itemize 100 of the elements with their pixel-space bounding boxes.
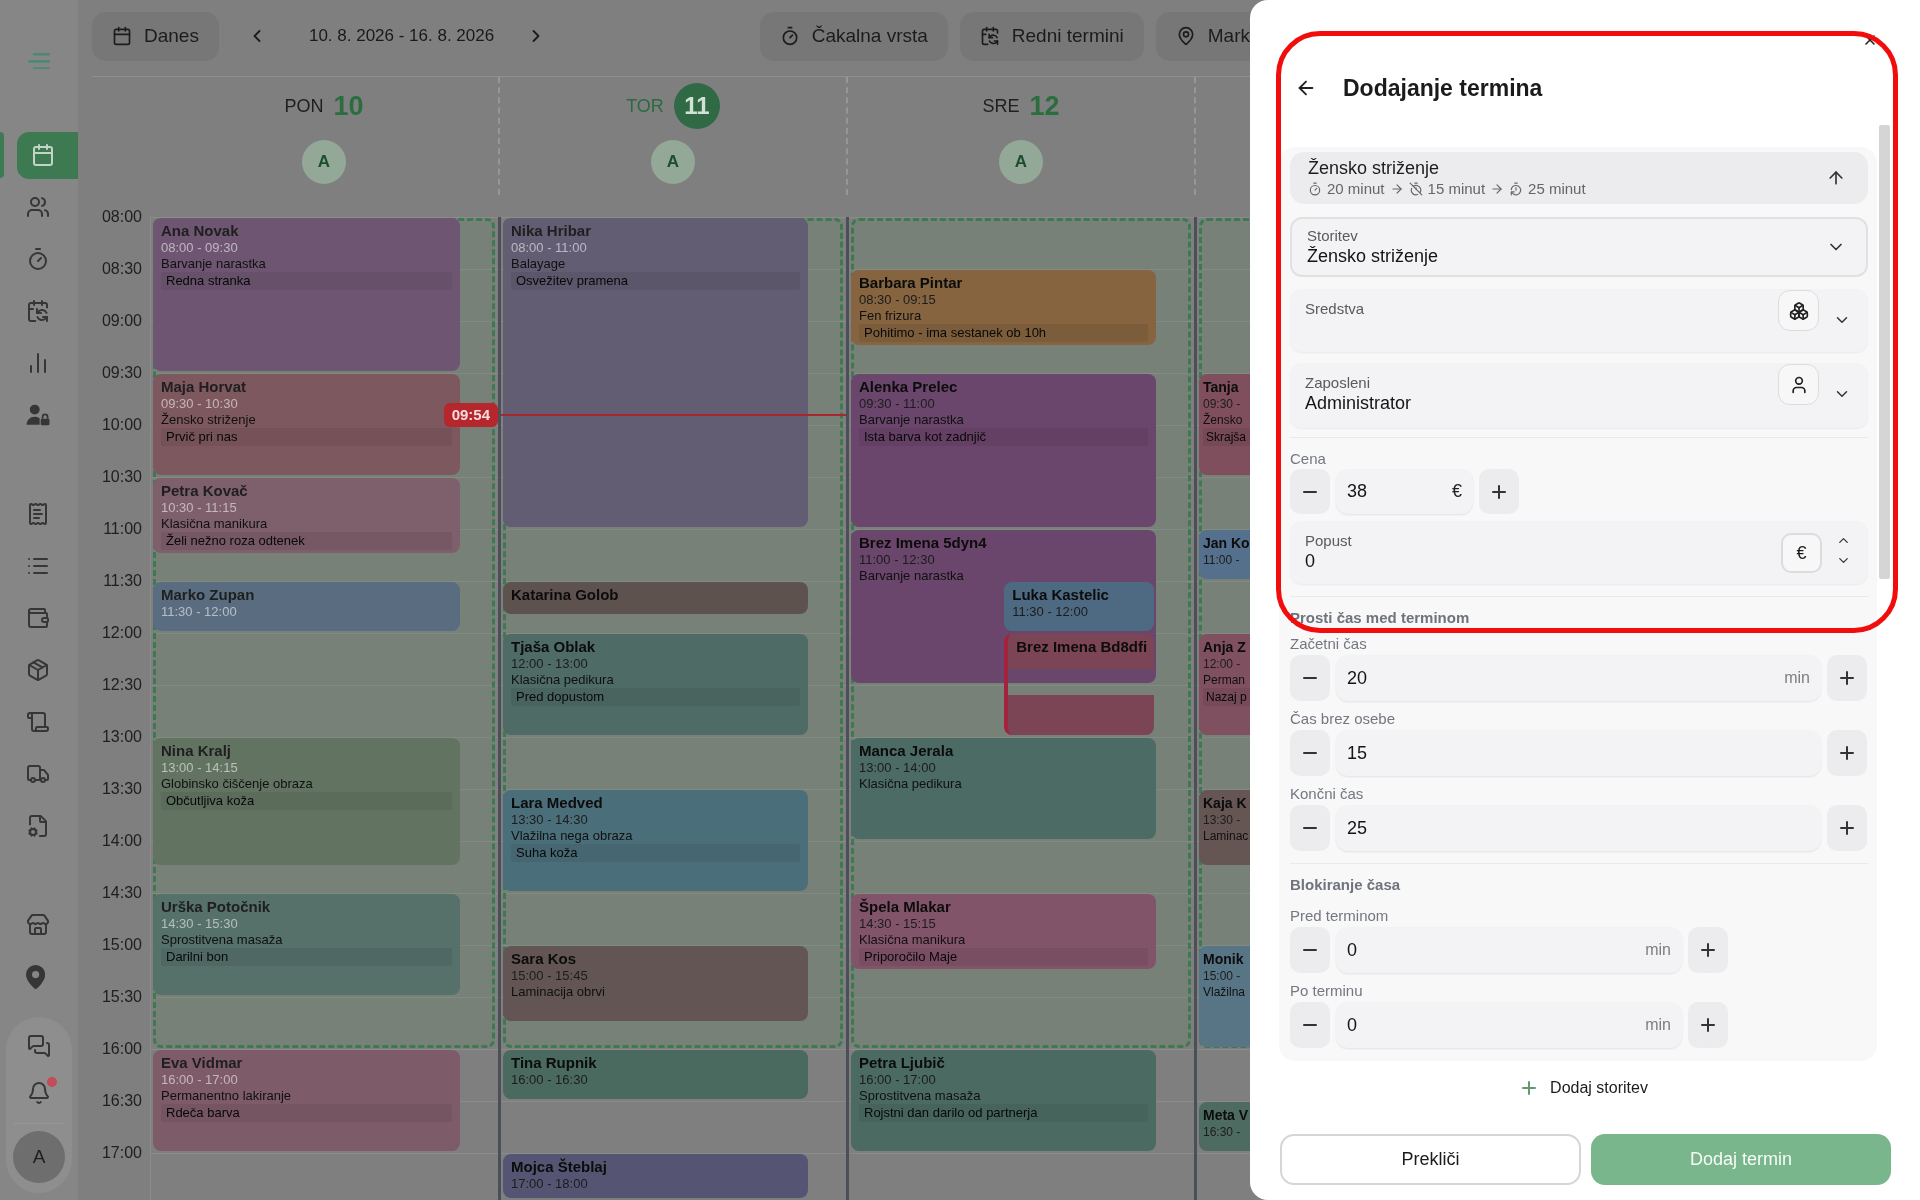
number-input[interactable]: 15 [1336, 730, 1821, 776]
client-name: Lara Medved [511, 794, 603, 812]
users-icon[interactable] [26, 195, 50, 219]
minus-icon [1303, 1024, 1317, 1026]
appointment-card[interactable]: Monik 15:00 - Vlažilna [1199, 946, 1250, 1047]
appointment-card[interactable]: Tjaša Oblak 12:00 - 13:00 Klasična pedikura Pred dopustom [503, 634, 808, 735]
service-select[interactable]: Storitev Žensko striženje [1290, 217, 1868, 277]
employee-button[interactable] [1778, 364, 1819, 405]
service-name: Sprostitvena masaža [859, 1088, 981, 1104]
number-input[interactable]: 0 min [1336, 1002, 1682, 1048]
appointment-card[interactable]: Petra Ljubič 16:00 - 17:00 Sprostitvena masaža Rojstni dan darilo od partnerja [851, 1050, 1156, 1151]
appointment-card[interactable]: Sara Kos 15:00 - 15:45 Laminacija obrvi [503, 946, 808, 1021]
wallet-icon[interactable] [26, 606, 50, 630]
location-button[interactable]: Mark [1155, 11, 1250, 61]
increment-button[interactable] [1827, 805, 1867, 851]
plus-icon [1492, 484, 1506, 499]
calendar-refresh-icon[interactable] [26, 299, 50, 323]
close-icon[interactable] [1862, 32, 1878, 48]
appointment-card[interactable]: Mojca Šteblaj 17:00 - 18:00 [503, 1154, 808, 1198]
bell-icon[interactable] [27, 1081, 51, 1105]
scrollbar-thumb[interactable] [1879, 125, 1890, 579]
store-icon[interactable] [26, 913, 50, 937]
staff-avatar[interactable]: A [999, 140, 1043, 184]
appointment-card[interactable]: Jan Ko 11:00 - [1199, 530, 1250, 579]
appointment-card[interactable]: Alenka Prelec 09:30 - 11:00 Barvanje narastka Ista barva kot zadnjič [851, 374, 1156, 527]
appointment-card[interactable]: Tanja 09:30 - Žensko Skrajša [1199, 374, 1250, 475]
stopwatch-icon[interactable] [26, 247, 50, 271]
client-name: Urška Potočnik [161, 898, 271, 916]
increment-button[interactable] [1688, 1002, 1728, 1048]
service-name: Vlažilna nega obraza [511, 828, 633, 844]
service-name: Vlažilna [1203, 984, 1246, 1000]
appointment-card[interactable]: Špela Mlakar 14:30 - 15:15 Klasična manikura Priporočilo Maje [851, 894, 1156, 969]
appointment-card[interactable]: Marko Zupan 11:30 - 12:00 [153, 582, 460, 631]
time-label: 09:00 [101, 311, 142, 331]
staff-avatar[interactable]: A [651, 140, 695, 184]
resources-button[interactable] [1778, 290, 1819, 331]
appointment-card[interactable]: Nina Kralj 13:00 - 14:15 Globinsko čiščenje obraza Občutljiva koža [153, 738, 460, 865]
user-lock-icon[interactable] [26, 403, 50, 427]
receipt-icon[interactable] [26, 502, 50, 526]
appointment-card[interactable]: Katarina Golob [503, 582, 808, 614]
service-name: Klasična manikura [859, 932, 966, 948]
appointment-card[interactable]: Nika Hribar 08:00 - 11:00 Balayage Osvežitev pramena [503, 218, 808, 527]
weekday-label: SRE [982, 95, 1020, 117]
time-label: 17:00 [101, 1143, 142, 1163]
appointment-time: 12:00 - [1203, 656, 1241, 672]
appointment-card[interactable]: Urška Potočnik 14:30 - 15:30 Sprostitvena masaža Darilni bon [153, 894, 460, 995]
service-name: Globinsko čiščenje obraza [161, 776, 313, 792]
appointment-card[interactable]: Eva Vidmar 16:00 - 17:00 Permanentno lakiranje Rdeča barva [153, 1050, 460, 1151]
appointment-card[interactable]: Kaja K 13:30 - Laminac [1199, 790, 1250, 865]
appointment-card[interactable]: Luka Kastelic 11:30 - 12:00 [1004, 582, 1154, 631]
number-input[interactable]: 25 [1336, 805, 1821, 851]
appointment-card[interactable]: Manca Jerala 13:00 - 14:00 Klasična pedikura [851, 738, 1156, 839]
appointment-card[interactable]: Meta V 16:30 - [1199, 1102, 1250, 1151]
cancel-button[interactable]: Prekliči [1280, 1134, 1581, 1185]
employee-select[interactable]: Zaposleni Administrator [1290, 363, 1868, 428]
today-button[interactable]: Danes [92, 11, 219, 61]
appointment-card[interactable]: Barbara Pintar 08:30 - 09:15 Fen frizura Pohitimo - ima sestanek ob 10h [851, 270, 1156, 345]
number-input[interactable]: 20 min [1336, 655, 1821, 701]
appointment-card[interactable]: Ana Novak 08:00 - 09:30 Barvanje narastka Redna stranka [153, 218, 460, 371]
price-input[interactable]: 38 € [1336, 469, 1473, 514]
time-label: 15:30 [101, 987, 142, 1007]
service-name: Barvanje narastka [859, 568, 964, 584]
scroll-icon[interactable] [26, 710, 50, 734]
number-input[interactable]: 0 min [1336, 927, 1682, 973]
plus-icon [1840, 746, 1854, 760]
submit-button[interactable]: Dodaj termin [1591, 1134, 1891, 1185]
appointment-card[interactable]: Anja Z 12:00 - Perman Nazaj p [1199, 634, 1250, 735]
arrow-right-icon [1490, 182, 1505, 196]
chat-icon[interactable] [27, 1034, 51, 1058]
plus-icon [1840, 671, 1854, 685]
appointment-card[interactable]: Lara Medved 13:30 - 14:30 Vlažilna nega obraza Suha koža [503, 790, 808, 891]
package-icon[interactable] [26, 658, 50, 682]
staff-avatar[interactable]: A [302, 140, 346, 184]
day-number[interactable]: 11 [673, 83, 720, 129]
add-service-button[interactable]: Dodaj storitev [1522, 1076, 1648, 1100]
recurring-appointments-button[interactable]: Redni termini [959, 11, 1144, 61]
appointment-card[interactable]: Petra Kovač 10:30 - 11:15 Klasična manikura Želi nežno roza odtenek [153, 478, 460, 553]
appointment-card[interactable]: Tina Rupnik 16:00 - 16:30 [503, 1050, 808, 1099]
client-name: Manca Jerala [859, 742, 954, 760]
resources-select[interactable]: Sredstva [1290, 289, 1868, 352]
increment-button[interactable] [1479, 469, 1519, 514]
truck-icon[interactable] [26, 762, 50, 786]
client-name: Mojca Šteblaj [511, 1158, 607, 1176]
appointment-card[interactable]: Brez Imena Bd8dfi [1004, 634, 1154, 735]
currency-toggle[interactable]: € [1781, 533, 1822, 573]
increment-button[interactable] [1827, 730, 1867, 776]
waiting-list-button[interactable]: Čakalna vrsta [759, 11, 948, 61]
client-name: Sara Kos [511, 950, 577, 968]
map-pin-icon[interactable] [26, 965, 46, 989]
appointment-time: 13:00 - 14:15 [161, 760, 238, 776]
appointment-note: Pred dopustom [511, 688, 800, 706]
appointment-time: 09:30 - 11:00 [859, 396, 935, 412]
file-gear-icon[interactable] [26, 814, 50, 838]
user-avatar[interactable]: A [13, 1131, 65, 1183]
time-label: 12:00 [101, 623, 142, 643]
discount-input[interactable]: Popust 0 € [1290, 521, 1868, 584]
service-summary-card[interactable]: Žensko striženje 20 minut 15 minut 25 minut [1290, 152, 1868, 204]
increment-button[interactable] [1827, 655, 1867, 701]
nav-button[interactable] [17, 131, 78, 179]
increment-button[interactable] [1688, 927, 1728, 973]
